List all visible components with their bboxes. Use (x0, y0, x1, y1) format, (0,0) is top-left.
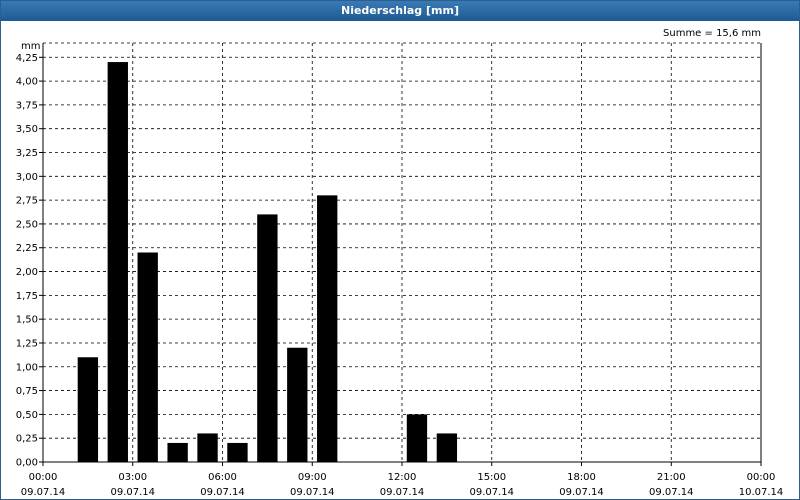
bar (406, 414, 428, 462)
y-tick-label: 4,00 (16, 77, 38, 88)
y-tick-label: 1,50 (16, 315, 38, 326)
y-tick-label: 0,25 (16, 434, 38, 445)
y-tick-label: 2,50 (16, 219, 38, 230)
x-tick-time: 06:00 (208, 472, 237, 483)
x-tick-date: 09.07.14 (469, 487, 514, 498)
x-tick-time: 09:00 (298, 472, 327, 483)
bar (197, 433, 218, 462)
x-tick-time: 12:00 (388, 472, 417, 483)
bar (137, 252, 158, 462)
y-axis-label: mm (21, 41, 40, 52)
precipitation-chart: mm Summe = 15,6 mm 0,00 0,25 0,50 0,75 1,00 1… (16, 28, 784, 498)
y-tick-label: 0,00 (16, 458, 38, 469)
bar (77, 357, 99, 462)
bar (317, 195, 338, 462)
y-tick-label: 2,75 (16, 196, 38, 207)
x-tick-date: 09.07.14 (290, 487, 335, 498)
bar (287, 347, 308, 462)
x-tick-time: 21:00 (657, 472, 686, 483)
x-tick-time: 18:00 (567, 472, 596, 483)
y-tick-label: 3,75 (16, 100, 38, 111)
y-tick-label: 4,25 (16, 53, 38, 64)
x-tick-date: 09.07.14 (21, 487, 66, 498)
bars (77, 62, 458, 462)
bar (167, 442, 188, 462)
x-tick-date: 09.07.14 (380, 487, 425, 498)
y-tick-label: 1,75 (16, 291, 38, 302)
bar (107, 62, 128, 462)
x-tick-date: 09.07.14 (649, 487, 694, 498)
x-tick-date: 09.07.14 (110, 487, 155, 498)
bar (227, 442, 248, 462)
y-tick-label: 0,50 (16, 410, 38, 421)
y-tick-label: 1,00 (16, 362, 38, 373)
y-tick-labels: 0,00 0,25 0,50 0,75 1,00 1,25 1,50 1,75 2,00 2,25… (16, 53, 38, 469)
x-tick-time: 00:00 (29, 472, 58, 483)
sum-annotation: Summe = 15,6 mm (663, 28, 761, 39)
y-tick-label: 3,50 (16, 124, 38, 135)
x-tick-date: 09.07.14 (200, 487, 245, 498)
chart-window: Niederschlag [mm] mm Summe = 15,6 mm 0,0… (0, 0, 800, 500)
y-tick-label: 0,75 (16, 386, 38, 397)
y-tick-label: 2,25 (16, 243, 38, 254)
y-tick-label: 2,00 (16, 267, 38, 278)
y-tick-label: 3,25 (16, 148, 38, 159)
x-tick-time: 00:00 (747, 472, 776, 483)
x-tick-date: 09.07.14 (559, 487, 604, 498)
y-tick-label: 3,00 (16, 172, 38, 183)
bar (436, 433, 458, 462)
x-tick-time: 03:00 (118, 472, 147, 483)
x-tick-date: 10.07.14 (739, 487, 784, 498)
y-tick-label: 1,25 (16, 338, 38, 349)
bar (257, 214, 278, 462)
x-tick-time: 15:00 (477, 472, 506, 483)
x-tick-labels: 00:00 09.07.14 03:00 09.07.14 06:00 09.07.14 0… (21, 472, 784, 498)
